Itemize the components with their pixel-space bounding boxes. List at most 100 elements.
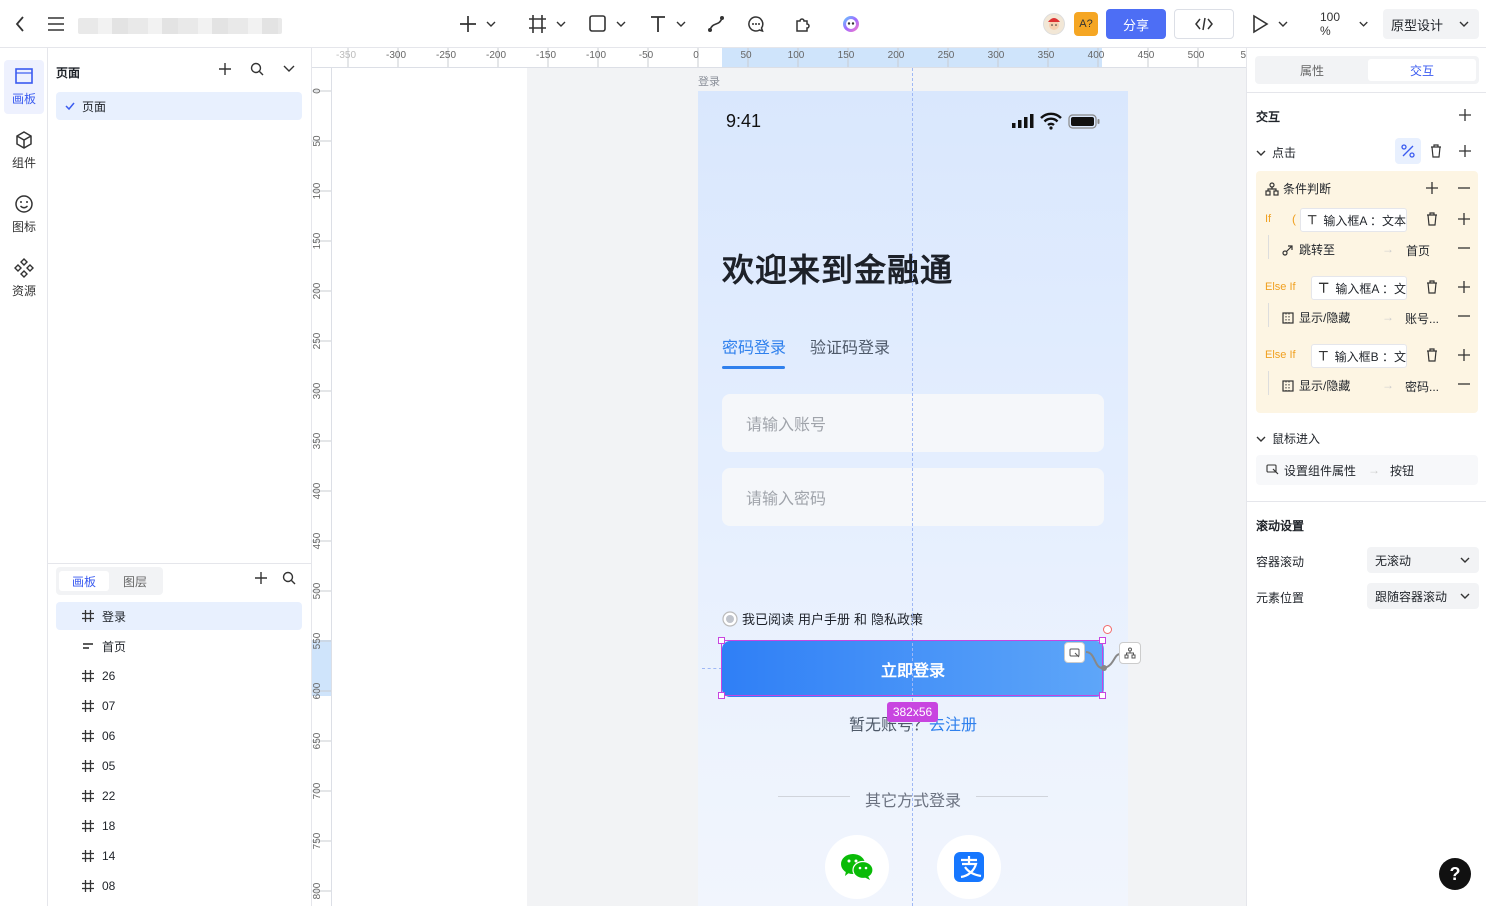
- tab-interaction[interactable]: 交互: [1368, 59, 1476, 81]
- condition-toggle-icon[interactable]: [1395, 138, 1421, 164]
- tab-properties[interactable]: 属性: [1258, 59, 1366, 81]
- artboard-item[interactable]: 06: [56, 722, 302, 750]
- artboard-item[interactable]: 18: [56, 812, 302, 840]
- login-artboard[interactable]: 9:41 欢迎来到金融通 密码登录 验证码登录 请输入账号 请输入密码 我已阅读…: [698, 91, 1128, 906]
- help-icon[interactable]: ?: [1439, 858, 1471, 890]
- tab-layers[interactable]: 图层: [110, 571, 160, 591]
- tab-code-login[interactable]: 验证码登录: [810, 334, 890, 358]
- interaction-trigger-icon[interactable]: [1064, 642, 1085, 663]
- search-icon[interactable]: [282, 571, 296, 585]
- avatar[interactable]: [1042, 12, 1066, 36]
- action-1-target[interactable]: 首页: [1406, 242, 1430, 259]
- radio-icon[interactable]: [722, 610, 738, 627]
- user-badge[interactable]: A?: [1074, 12, 1098, 36]
- alipay-icon: [954, 852, 984, 882]
- insert-tool-icon[interactable]: [458, 12, 498, 36]
- delete-icon[interactable]: [1426, 348, 1438, 362]
- delete-icon[interactable]: [1426, 212, 1438, 226]
- wechat-login-button[interactable]: [825, 835, 889, 899]
- container-scroll-select[interactable]: 无滚动: [1367, 547, 1479, 573]
- add-icon[interactable]: [1458, 213, 1470, 225]
- artboard-name[interactable]: 登录: [698, 73, 720, 89]
- tab-password-login[interactable]: 密码登录: [722, 334, 786, 358]
- remove-icon[interactable]: [1458, 383, 1470, 385]
- resources-icon: [14, 258, 34, 278]
- battery-icon: [1068, 114, 1100, 129]
- action-2-target[interactable]: 账号...: [1405, 310, 1439, 327]
- resize-handle[interactable]: [718, 637, 725, 644]
- condition-3-field[interactable]: 输入框B ：文: [1311, 344, 1407, 368]
- add-icon[interactable]: [1458, 349, 1470, 361]
- artboard-item[interactable]: 08: [56, 872, 302, 900]
- rail-item-components[interactable]: 组件: [4, 124, 44, 178]
- ruler-label: 650: [312, 732, 323, 749]
- smiley-icon: [15, 195, 33, 213]
- ruler-label: 450: [1138, 50, 1155, 61]
- search-icon[interactable]: [250, 62, 264, 76]
- comment-icon[interactable]: [746, 12, 766, 36]
- resize-handle[interactable]: [1099, 637, 1106, 644]
- add-interaction-icon[interactable]: [1459, 109, 1471, 121]
- rotate-handle[interactable]: [1103, 625, 1112, 634]
- remove-icon[interactable]: [1458, 315, 1470, 317]
- artboard-item[interactable]: 14: [56, 842, 302, 870]
- delete-icon[interactable]: [1426, 280, 1438, 294]
- action-1[interactable]: 跳转至: [1282, 241, 1335, 258]
- artboard-item[interactable]: 22: [56, 782, 302, 810]
- resize-handle[interactable]: [1099, 692, 1106, 699]
- user-manual-link[interactable]: 用户手册: [798, 609, 850, 628]
- artboard-item[interactable]: 05: [56, 752, 302, 780]
- add-condition-icon[interactable]: [1426, 182, 1438, 194]
- menu-icon[interactable]: [46, 12, 66, 36]
- privacy-policy-link[interactable]: 隐私政策: [871, 609, 923, 628]
- share-button[interactable]: 分享: [1106, 9, 1166, 39]
- tab-artboards[interactable]: 画板: [59, 571, 109, 591]
- artboard-item[interactable]: 26: [56, 662, 302, 690]
- back-icon[interactable]: [10, 12, 30, 36]
- plugin-icon[interactable]: [793, 12, 813, 36]
- collapse-chevron-icon[interactable]: [282, 62, 296, 76]
- event-hover-label: 鼠标进入: [1272, 432, 1321, 446]
- rail-item-icons[interactable]: 图标: [4, 188, 44, 242]
- condition-node-icon[interactable]: [1119, 642, 1141, 664]
- text-tool-icon[interactable]: [648, 12, 688, 36]
- page-item[interactable]: 页面: [56, 92, 302, 120]
- design-canvas[interactable]: 登录 9:41 欢迎来到金融通 密码登录 验证码登录 请输入账号 请输入密码 我…: [332, 68, 1246, 906]
- delete-icon[interactable]: [1430, 144, 1442, 158]
- condition-1-field[interactable]: 输入框A ：文本: [1300, 208, 1407, 232]
- remove-condition-icon[interactable]: [1458, 182, 1470, 194]
- mode-select[interactable]: 原型设计: [1383, 9, 1479, 39]
- event-hover[interactable]: 鼠标进入: [1256, 430, 1320, 447]
- element-position-select[interactable]: 跟随容器滚动: [1367, 583, 1479, 609]
- shape-tool-icon[interactable]: [588, 12, 628, 36]
- add-action-icon[interactable]: [1459, 145, 1471, 157]
- alipay-login-button[interactable]: [937, 835, 1001, 899]
- artboard-item[interactable]: 首页: [56, 632, 302, 660]
- ai-assistant-icon[interactable]: [841, 12, 861, 36]
- artboard-item-label: 06: [102, 729, 116, 743]
- condition-2-field[interactable]: 输入框A ：文: [1311, 276, 1407, 300]
- pen-tool-icon[interactable]: [706, 12, 726, 36]
- artboard-item[interactable]: 07: [56, 692, 302, 720]
- resize-handle[interactable]: [718, 692, 725, 699]
- action-3[interactable]: 显示/隐藏: [1282, 377, 1350, 394]
- code-button[interactable]: [1174, 9, 1234, 39]
- password-input[interactable]: 请输入密码: [722, 468, 1104, 526]
- event-click[interactable]: 点击: [1256, 144, 1296, 161]
- selection-box[interactable]: [718, 625, 1112, 699]
- rail-item-artboard[interactable]: 画板: [4, 60, 44, 114]
- preview-play-icon[interactable]: [1250, 12, 1290, 36]
- action-2[interactable]: 显示/隐藏: [1282, 309, 1350, 326]
- hover-action-row[interactable]: 设置组件属性 → 按钮: [1256, 455, 1478, 485]
- frame-icon: [82, 670, 94, 682]
- rail-item-resources[interactable]: 资源: [4, 252, 44, 306]
- account-input[interactable]: 请输入账号: [722, 394, 1104, 452]
- action-3-target[interactable]: 密码...: [1405, 378, 1439, 395]
- zoom-select[interactable]: 100 %: [1320, 10, 1370, 38]
- frame-tool-icon[interactable]: [528, 12, 568, 36]
- remove-icon[interactable]: [1458, 247, 1470, 249]
- add-artboard-icon[interactable]: [254, 571, 268, 585]
- add-page-icon[interactable]: [218, 62, 232, 76]
- artboard-item[interactable]: 登录: [56, 602, 302, 630]
- add-icon[interactable]: [1458, 281, 1470, 293]
